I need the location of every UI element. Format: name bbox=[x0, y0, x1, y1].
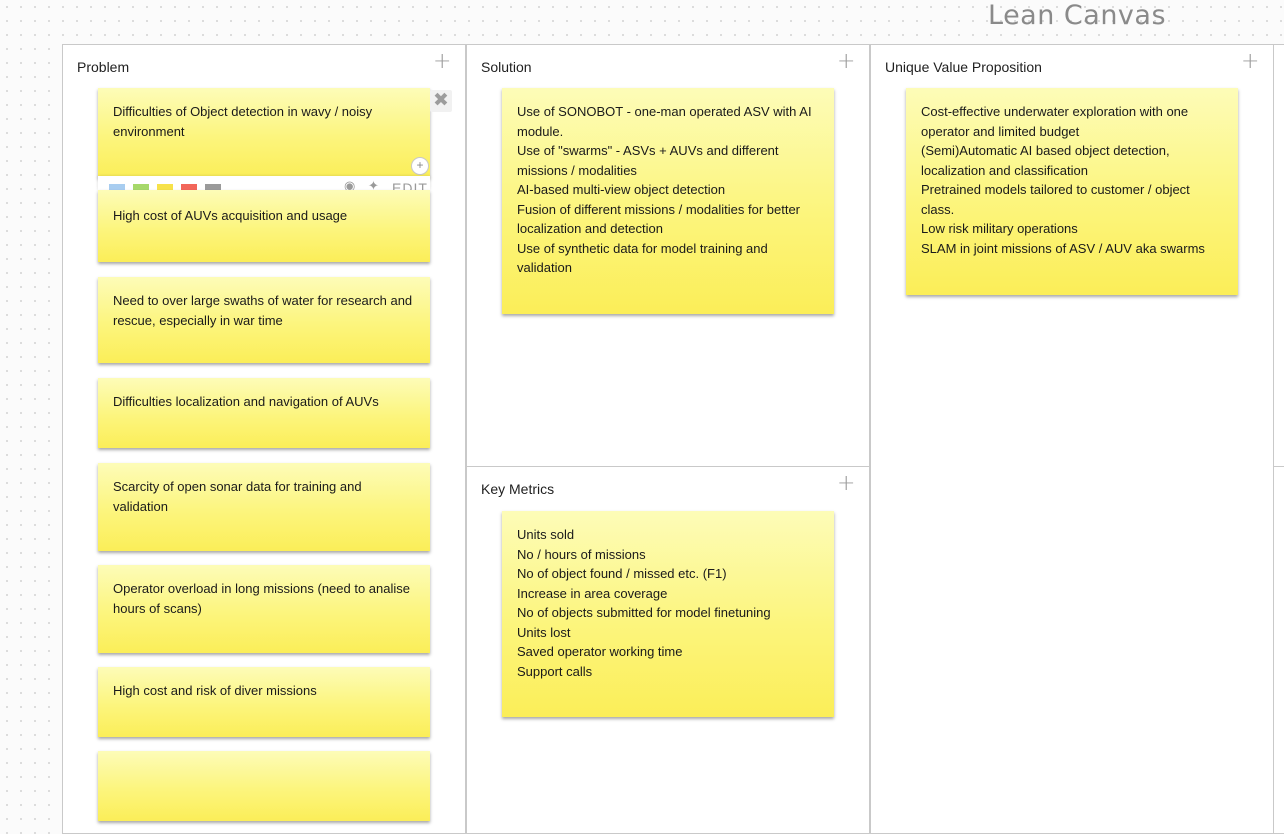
panel-header-key-metrics: Key Metrics bbox=[481, 481, 555, 497]
note-text: Use of "swarms" - ASVs + AUVs and differ… bbox=[517, 143, 779, 178]
panel-header-uvp: Unique Value Proposition bbox=[885, 59, 1042, 75]
add-note-uvp-plus-icon[interactable]: + bbox=[1241, 51, 1259, 73]
note-text: Units lost bbox=[517, 624, 571, 640]
note-text: Units sold bbox=[517, 527, 575, 542]
panel-next-partial bbox=[1273, 44, 1284, 467]
note-text: Use of synthetic data for model training… bbox=[517, 240, 768, 276]
note-text: High cost of AUVs acquisition and usage bbox=[113, 208, 348, 223]
sticky-note[interactable]: Operator overload in long missions (need… bbox=[98, 565, 430, 653]
add-icon[interactable]: + bbox=[411, 157, 429, 175]
note-text: Difficulties localization and navigation… bbox=[113, 394, 379, 409]
sticky-note[interactable] bbox=[98, 751, 430, 821]
panel-header-problem: Problem bbox=[77, 59, 130, 75]
edit-button[interactable]: EDIT bbox=[392, 180, 428, 190]
sticky-note[interactable]: High cost of AUVs acquisition and usage bbox=[98, 190, 430, 262]
note-color-toolbar: ◉ ✦ EDIT bbox=[98, 176, 430, 190]
note-text: Cost-effective underwater exploration wi… bbox=[921, 104, 1189, 139]
pin-icon[interactable]: ✦ bbox=[368, 178, 379, 190]
note-text: (Semi)Automatic AI based object detectio… bbox=[921, 143, 1170, 178]
note-text: SLAM in joint missions of ASV / AUV aka … bbox=[921, 240, 1205, 256]
panel-next-partial-lower bbox=[1273, 466, 1284, 834]
add-note-problem-plus-icon[interactable]: + bbox=[433, 51, 451, 73]
close-icon[interactable]: ✖ bbox=[430, 90, 452, 112]
note-text: Need to over large swaths of water for r… bbox=[113, 293, 413, 328]
note-text: Support calls bbox=[517, 663, 593, 679]
note-text: Pretrained models tailored to customer /… bbox=[921, 182, 1190, 217]
sticky-note[interactable]: High cost and risk of diver missions bbox=[98, 667, 430, 737]
note-text: Scarcity of open sonar data for training… bbox=[113, 479, 362, 514]
sticky-note[interactable]: Difficulties localization and navigation… bbox=[98, 378, 430, 448]
panel-header-solution: Solution bbox=[481, 59, 532, 75]
sticky-note[interactable]: Units sold No / hours of missions No of … bbox=[502, 511, 834, 717]
sticky-note[interactable]: Difficulties of Object detection in wavy… bbox=[98, 88, 430, 178]
page-title: Lean Canvas bbox=[988, 0, 1167, 31]
note-text: No / hours of missions bbox=[517, 546, 646, 562]
sticky-note[interactable]: Use of SONOBOT - one-man operated ASV wi… bbox=[502, 88, 834, 314]
note-text: Operator overload in long missions (need… bbox=[113, 581, 411, 616]
note-text: Fusion of different missions / modalitie… bbox=[517, 201, 800, 237]
note-text: High cost and risk of diver missions bbox=[113, 683, 317, 698]
note-text: No of objects submitted for model finetu… bbox=[517, 605, 771, 620]
sticky-note[interactable]: Need to over large swaths of water for r… bbox=[98, 277, 430, 363]
note-text: Increase in area coverage bbox=[517, 585, 668, 601]
sticky-note[interactable]: Scarcity of open sonar data for training… bbox=[98, 463, 430, 551]
add-note-solution-plus-icon[interactable]: + bbox=[837, 51, 855, 73]
note-text: Low risk military operations bbox=[921, 221, 1078, 236]
sticky-note[interactable]: Cost-effective underwater exploration wi… bbox=[906, 88, 1238, 295]
note-text: Difficulties of Object detection in wavy… bbox=[113, 104, 373, 139]
add-note-key-metrics-plus-icon[interactable]: + bbox=[837, 473, 855, 495]
note-text: Saved operator working time bbox=[517, 644, 683, 659]
note-text: AI-based multi-view object detection bbox=[517, 182, 726, 197]
note-text: No of object found / missed etc. (F1) bbox=[517, 566, 727, 581]
eye-icon[interactable]: ◉ bbox=[344, 178, 355, 190]
note-text: Use of SONOBOT - one-man operated ASV wi… bbox=[517, 104, 812, 139]
